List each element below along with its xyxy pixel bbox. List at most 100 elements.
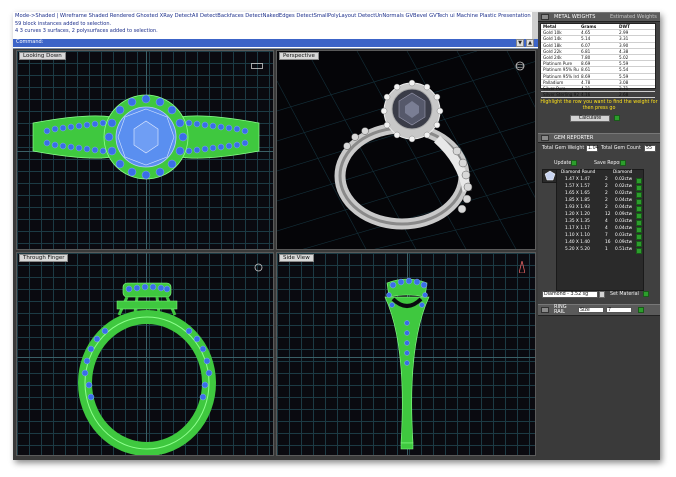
- list-item[interactable]: 1.93 X 1.93 2 0.04ctw: [557, 205, 635, 211]
- gem-cut-header: Diamond Round: [561, 170, 596, 175]
- collapse-icon[interactable]: [541, 14, 549, 20]
- gem-size: 1.35 X 1.35: [565, 219, 590, 224]
- gem-size: 1.93 X 1.93: [565, 205, 590, 210]
- perspective-grid: [277, 51, 535, 249]
- grams-value: 6.81: [581, 48, 591, 54]
- viewport-label: Looking Down: [19, 52, 66, 60]
- update-button[interactable]: [571, 160, 577, 166]
- list-item[interactable]: 1.57 X 1.57 2 0.02ctw: [557, 184, 635, 190]
- list-item[interactable]: 5.20 X 5.20 1 0.51ctw: [557, 247, 635, 253]
- history-line-1: 59 block instances added to selection.: [15, 21, 112, 27]
- metal-name: Gold 14k: [543, 36, 562, 42]
- list-item[interactable]: 1.47 X 1.47 2 0.02ctw: [557, 177, 635, 183]
- metal-weights-table[interactable]: Metal Grams DWT Gold 10k 4.65 2.99 Gold 14…: [540, 23, 656, 99]
- set-material-button[interactable]: [643, 291, 649, 297]
- list-item[interactable]: 1.40 X 1.40 16 0.09ctw: [557, 240, 635, 246]
- row-toggle[interactable]: [636, 178, 642, 184]
- ring-front-view-drawing: [78, 282, 216, 455]
- list-item[interactable]: 1.35 X 1.35 4 0.03ctw: [557, 219, 635, 225]
- viewport-through-finger[interactable]: Through Finger: [16, 252, 274, 456]
- row-toggle[interactable]: [636, 241, 642, 247]
- row-toggle[interactable]: [636, 220, 642, 226]
- list-item[interactable]: 1.20 X 1.20 12 0.09ctw: [557, 212, 635, 218]
- ring-rail-title-line2: RAIL: [554, 309, 565, 315]
- gem-count: 4: [605, 226, 608, 231]
- list-item[interactable]: 1.85 X 1.85 2 0.04ctw: [557, 198, 635, 204]
- table-row[interactable]: Silver Sterling 925 4.16 2.68: [541, 92, 655, 99]
- list-item[interactable]: 1.17 X 1.17 4 0.04ctw: [557, 226, 635, 232]
- gem-count: 12: [605, 212, 611, 217]
- gem-size: 1.85 X 1.85: [565, 198, 590, 203]
- list-item[interactable]: 1.65 X 1.65 2 0.02ctw: [557, 191, 635, 197]
- viewport-perspective[interactable]: Perspective: [276, 50, 536, 250]
- ring-rail-apply-button[interactable]: [638, 307, 644, 313]
- total-gem-weight-value: 1.04: [586, 145, 599, 152]
- orbit-gizmo-icon[interactable]: [254, 263, 263, 272]
- mode-command-line[interactable]: Mode->Shaded | Wireframe Shaded Rendered…: [15, 13, 534, 19]
- list-item[interactable]: 1.10 X 1.10 7 0.03ctw: [557, 233, 635, 239]
- grams-value: 4.65: [581, 30, 591, 36]
- calculate-go-button[interactable]: [614, 115, 620, 121]
- gem-size: 5.20 X 5.20: [565, 247, 590, 252]
- calculate-button[interactable]: Calculate: [570, 115, 610, 122]
- metal-weights-instruction: Highlight the row you want to find the w…: [540, 100, 658, 111]
- save-report-label: Save Report: [594, 161, 624, 166]
- row-toggle[interactable]: [636, 185, 642, 191]
- column-header: Grams: [581, 24, 597, 29]
- row-toggle[interactable]: [636, 248, 642, 254]
- viewport-side-view[interactable]: Side View: [276, 252, 536, 456]
- ring-size-select[interactable]: 7: [606, 307, 632, 313]
- dwt-value: 3.08: [619, 79, 629, 85]
- cad-application-window: Mode->Shaded | Wireframe Shaded Rendered…: [13, 12, 660, 460]
- dwt-value: 3.90: [619, 42, 629, 48]
- viewport-looking-down[interactable]: Looking Down: [16, 50, 274, 250]
- orbit-gizmo-icon[interactable]: [515, 61, 525, 71]
- gem-weight: 0.51ctw: [615, 247, 633, 252]
- material-select[interactable]: Diamond - 3.52 sg: [542, 291, 598, 298]
- material-dropdown-arrow-icon[interactable]: [599, 291, 605, 298]
- viewport-label: Through Finger: [19, 254, 69, 262]
- update-label: Update: [554, 161, 572, 166]
- ring-rail-mode-select[interactable]: Size: [578, 307, 604, 313]
- row-toggle[interactable]: [636, 206, 642, 212]
- metal-name: Platinum Pure: [543, 61, 573, 67]
- metal-name: Gold 24k: [543, 54, 562, 60]
- grams-value: 8.69: [581, 73, 591, 79]
- row-toggle[interactable]: [636, 199, 642, 205]
- ring-top-view-drawing: [32, 94, 260, 180]
- dwt-value: 4.38: [619, 48, 629, 54]
- grams-value: 7.80: [581, 54, 591, 60]
- metal-name: Gold 10k: [543, 30, 562, 36]
- command-scroll-up-button[interactable]: ▲: [526, 39, 534, 47]
- row-toggle[interactable]: [636, 213, 642, 219]
- collapse-icon[interactable]: [541, 135, 549, 141]
- command-dropdown-button[interactable]: ▼: [516, 39, 524, 47]
- gem-size: 1.57 X 1.57: [565, 184, 590, 189]
- side-view-gizmo-icon[interactable]: [519, 261, 525, 273]
- view-cube-icon[interactable]: [251, 63, 263, 69]
- gem-count: 1: [605, 247, 608, 252]
- gem-count: 2: [605, 191, 608, 196]
- save-report-button[interactable]: [620, 160, 626, 166]
- total-gem-weight-label: Total Gem Weight: [542, 146, 585, 151]
- dwt-value: 2.71: [619, 85, 629, 91]
- row-toggle[interactable]: [636, 192, 642, 198]
- total-gem-count-value: 55: [644, 145, 656, 152]
- column-header: Metal: [543, 24, 557, 29]
- gem-weight: 0.09ctw: [615, 240, 633, 245]
- row-toggle[interactable]: [636, 227, 642, 233]
- viewport-label: Side View: [279, 254, 314, 262]
- row-toggle[interactable]: [636, 234, 642, 240]
- gem-size: 1.47 X 1.47: [565, 177, 590, 182]
- collapse-icon[interactable]: [541, 307, 549, 313]
- command-prompt-bar[interactable]: Command:: [13, 39, 538, 47]
- command-prompt-label: Command:: [16, 39, 44, 45]
- dwt-value: 2.99: [619, 30, 629, 36]
- dwt-value: 5.59: [619, 73, 629, 79]
- gem-weight: 0.03ctw: [615, 219, 633, 224]
- gem-count: 2: [605, 184, 608, 189]
- set-material-label: Set Material: [610, 292, 639, 297]
- metal-name: Palladium: [543, 79, 564, 85]
- dwt-value: 5.02: [619, 54, 629, 60]
- viewport-label: Perspective: [279, 52, 319, 60]
